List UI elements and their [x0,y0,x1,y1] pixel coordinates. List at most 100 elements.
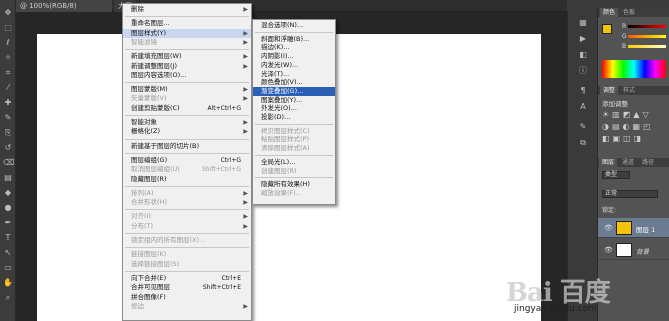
menu-item[interactable]: 矢量蒙版(V) ▶ [123,94,251,103]
layer-row[interactable]: 👁 背景 [598,240,669,260]
tab-layers[interactable]: 图层 [599,158,618,167]
menu-item[interactable]: 拼合图像(F) [123,293,251,302]
adjustment-icons-row-2[interactable]: ◑▤◐▦◰ [602,122,654,131]
menu-item[interactable]: 创建剪贴蒙版(C) Alt+Ctrl+G [123,104,251,113]
healing-icon[interactable]: ✚ [3,98,13,108]
menu-item[interactable]: 新建基于图层的切片(B) [123,142,251,151]
type-icon[interactable]: T [3,233,13,243]
green-slider[interactable] [628,35,666,38]
menu-item-label: 新建填充图层(W) [131,52,182,61]
menu-item[interactable]: 图层编组(G) Ctrl+G [123,156,251,165]
info-icon[interactable]: ⓘ [577,66,589,76]
menu-item[interactable]: 颜色叠加(V)... [253,78,335,87]
menu-item[interactable]: 取消图层编组(U) Shift+Ctrl+G [123,165,251,174]
menu-item[interactable]: 内阴影(I)... [253,52,335,61]
pen-icon[interactable]: ✒ [3,218,13,228]
crop-icon[interactable]: ⌗ [3,68,13,78]
move-icon[interactable]: ✥ [3,8,13,18]
menu-item[interactable]: 智能滤镜 ▶ [123,38,251,47]
foreground-color-swatch[interactable] [602,24,612,34]
dodge-icon[interactable]: ● [3,203,13,213]
blue-slider[interactable] [628,45,666,48]
submenu-arrow-icon: ▶ [243,38,248,46]
visibility-eye-icon[interactable]: 👁 [604,224,613,232]
red-slider[interactable] [628,25,666,28]
menu-item[interactable]: 隐藏所有效果(H) [253,180,335,189]
menu-item[interactable]: 栅格化(Z) ▶ [123,127,251,136]
menu-item[interactable]: 新建填充图层(W) ▶ [123,52,251,61]
menu-item[interactable]: 合并可见图层 Shift+Ctrl+E [123,283,251,292]
visibility-eye-icon[interactable]: 👁 [604,246,613,254]
menu-item[interactable]: 选择链接图层(S) [123,260,251,269]
menu-item[interactable]: 图层蒙版(M) ▶ [123,85,251,94]
menu-item[interactable]: 合并形状(H) ▶ [123,198,251,207]
adjustment-icons-row-3[interactable]: ◧▣◫◨ [602,134,644,143]
layer-kind-filter[interactable]: 类型 [602,171,630,179]
menu-item-label: 重命名图层... [131,19,170,28]
menu-item[interactable]: 创建图层(R) [253,167,335,176]
lasso-icon[interactable]: ℓ [3,38,13,48]
document-tab-bar: @ 100%(RGB/8) 大图 [16,0,567,12]
menu-item[interactable]: 向下合并(E) Ctrl+E [123,274,251,283]
layer-name[interactable]: 图层 1 [636,224,655,234]
menu-item[interactable]: 图层样式(Y) ▶ [123,28,251,38]
quick-select-icon[interactable]: ✧ [3,53,13,63]
menu-item[interactable]: 隐藏图层(R) [123,175,251,184]
menu-item[interactable]: 智能对象 ▶ [123,118,251,127]
properties-icon[interactable]: ◧ [577,50,589,60]
menu-item[interactable]: 内发光(W)... [253,61,335,70]
menu-item[interactable]: 锁定组内的所有图层(X)... [123,236,251,245]
gradient-icon[interactable]: ▤ [3,173,13,183]
character-icon[interactable]: A [577,102,589,112]
path-select-icon[interactable]: ↖ [3,248,13,258]
history-brush-icon[interactable]: ↺ [3,143,13,153]
menu-item[interactable]: 缩放效果(F)... [253,189,335,198]
menu-item[interactable]: 投影(D)... [253,113,335,122]
menu-separator [255,123,333,125]
paragraph-icon[interactable]: ¶ [577,86,589,96]
menu-item[interactable]: 清除图层样式(A) [253,144,335,153]
zoom-icon[interactable]: ⌕ [3,293,13,303]
menu-item[interactable]: 重命名图层... [123,19,251,28]
brush-icon[interactable]: ✎ [3,113,13,123]
menu-item[interactable]: 排列(A) ▶ [123,189,251,198]
menu-item[interactable]: 渐变叠加(G)... [253,86,335,96]
menu-item[interactable]: 混合选项(N)... [253,21,335,30]
clone-source-icon[interactable]: ⧉ [577,138,589,148]
history-icon[interactable]: ▦ [577,18,589,28]
adjustment-icons-row-1[interactable]: ☀▥◩▲▽ [602,110,652,119]
marquee-icon[interactable]: ⬚ [3,23,13,33]
tab-channels[interactable]: 通道 [619,158,637,167]
hand-icon[interactable]: ✋ [3,278,13,288]
tab-color[interactable]: 颜色 [600,8,619,17]
add-adjustment-title: 添加调整 [602,100,628,108]
menu-item[interactable]: 新建调整图层(J) ▶ [123,62,251,71]
menu-item-label: 全局光(L)... [261,157,296,166]
menu-item[interactable]: 全局光(L)... [253,158,335,167]
color-spectrum-bar[interactable] [602,60,666,78]
layer-name[interactable]: 背景 [636,246,649,256]
brush-preset-icon[interactable]: ✎ [577,122,589,132]
menu-item[interactable]: 对齐(I) ▶ [123,212,251,221]
eyedropper-icon[interactable]: ⁄ [3,83,13,93]
stamp-icon[interactable]: ⎘ [3,128,13,138]
blend-mode-select[interactable]: 正常 [602,190,658,198]
shape-icon[interactable]: ▭ [3,263,13,273]
tab-adjustments[interactable]: 调整 [600,86,619,95]
tab-styles[interactable]: 样式 [620,86,638,95]
lock-label: 锁定: [602,207,617,214]
eraser-icon[interactable]: ⌫ [3,158,14,168]
menu-item[interactable]: 外发光(O)... [253,104,335,113]
menu-item[interactable]: 链接图层(K) [123,250,251,259]
blur-icon[interactable]: ◆ [3,188,13,198]
actions-icon[interactable]: ▶ [577,34,589,44]
menu-item[interactable]: 删除 ▶ [123,5,251,14]
menu-item[interactable]: 图层内容选项(O)... [123,71,251,80]
layer-row[interactable]: 👁 图层 1 [598,218,669,238]
tab-paths[interactable]: 路径 [639,158,657,167]
tab-swatches[interactable]: 色板 [620,8,638,17]
menu-item[interactable]: 修边 ▶ [123,302,251,311]
document-tab-active[interactable]: @ 100%(RGB/8) [16,0,112,12]
menu-item-label: 矢量蒙版(V) [131,94,167,103]
menu-item[interactable]: 分布(T) ▶ [123,222,251,231]
